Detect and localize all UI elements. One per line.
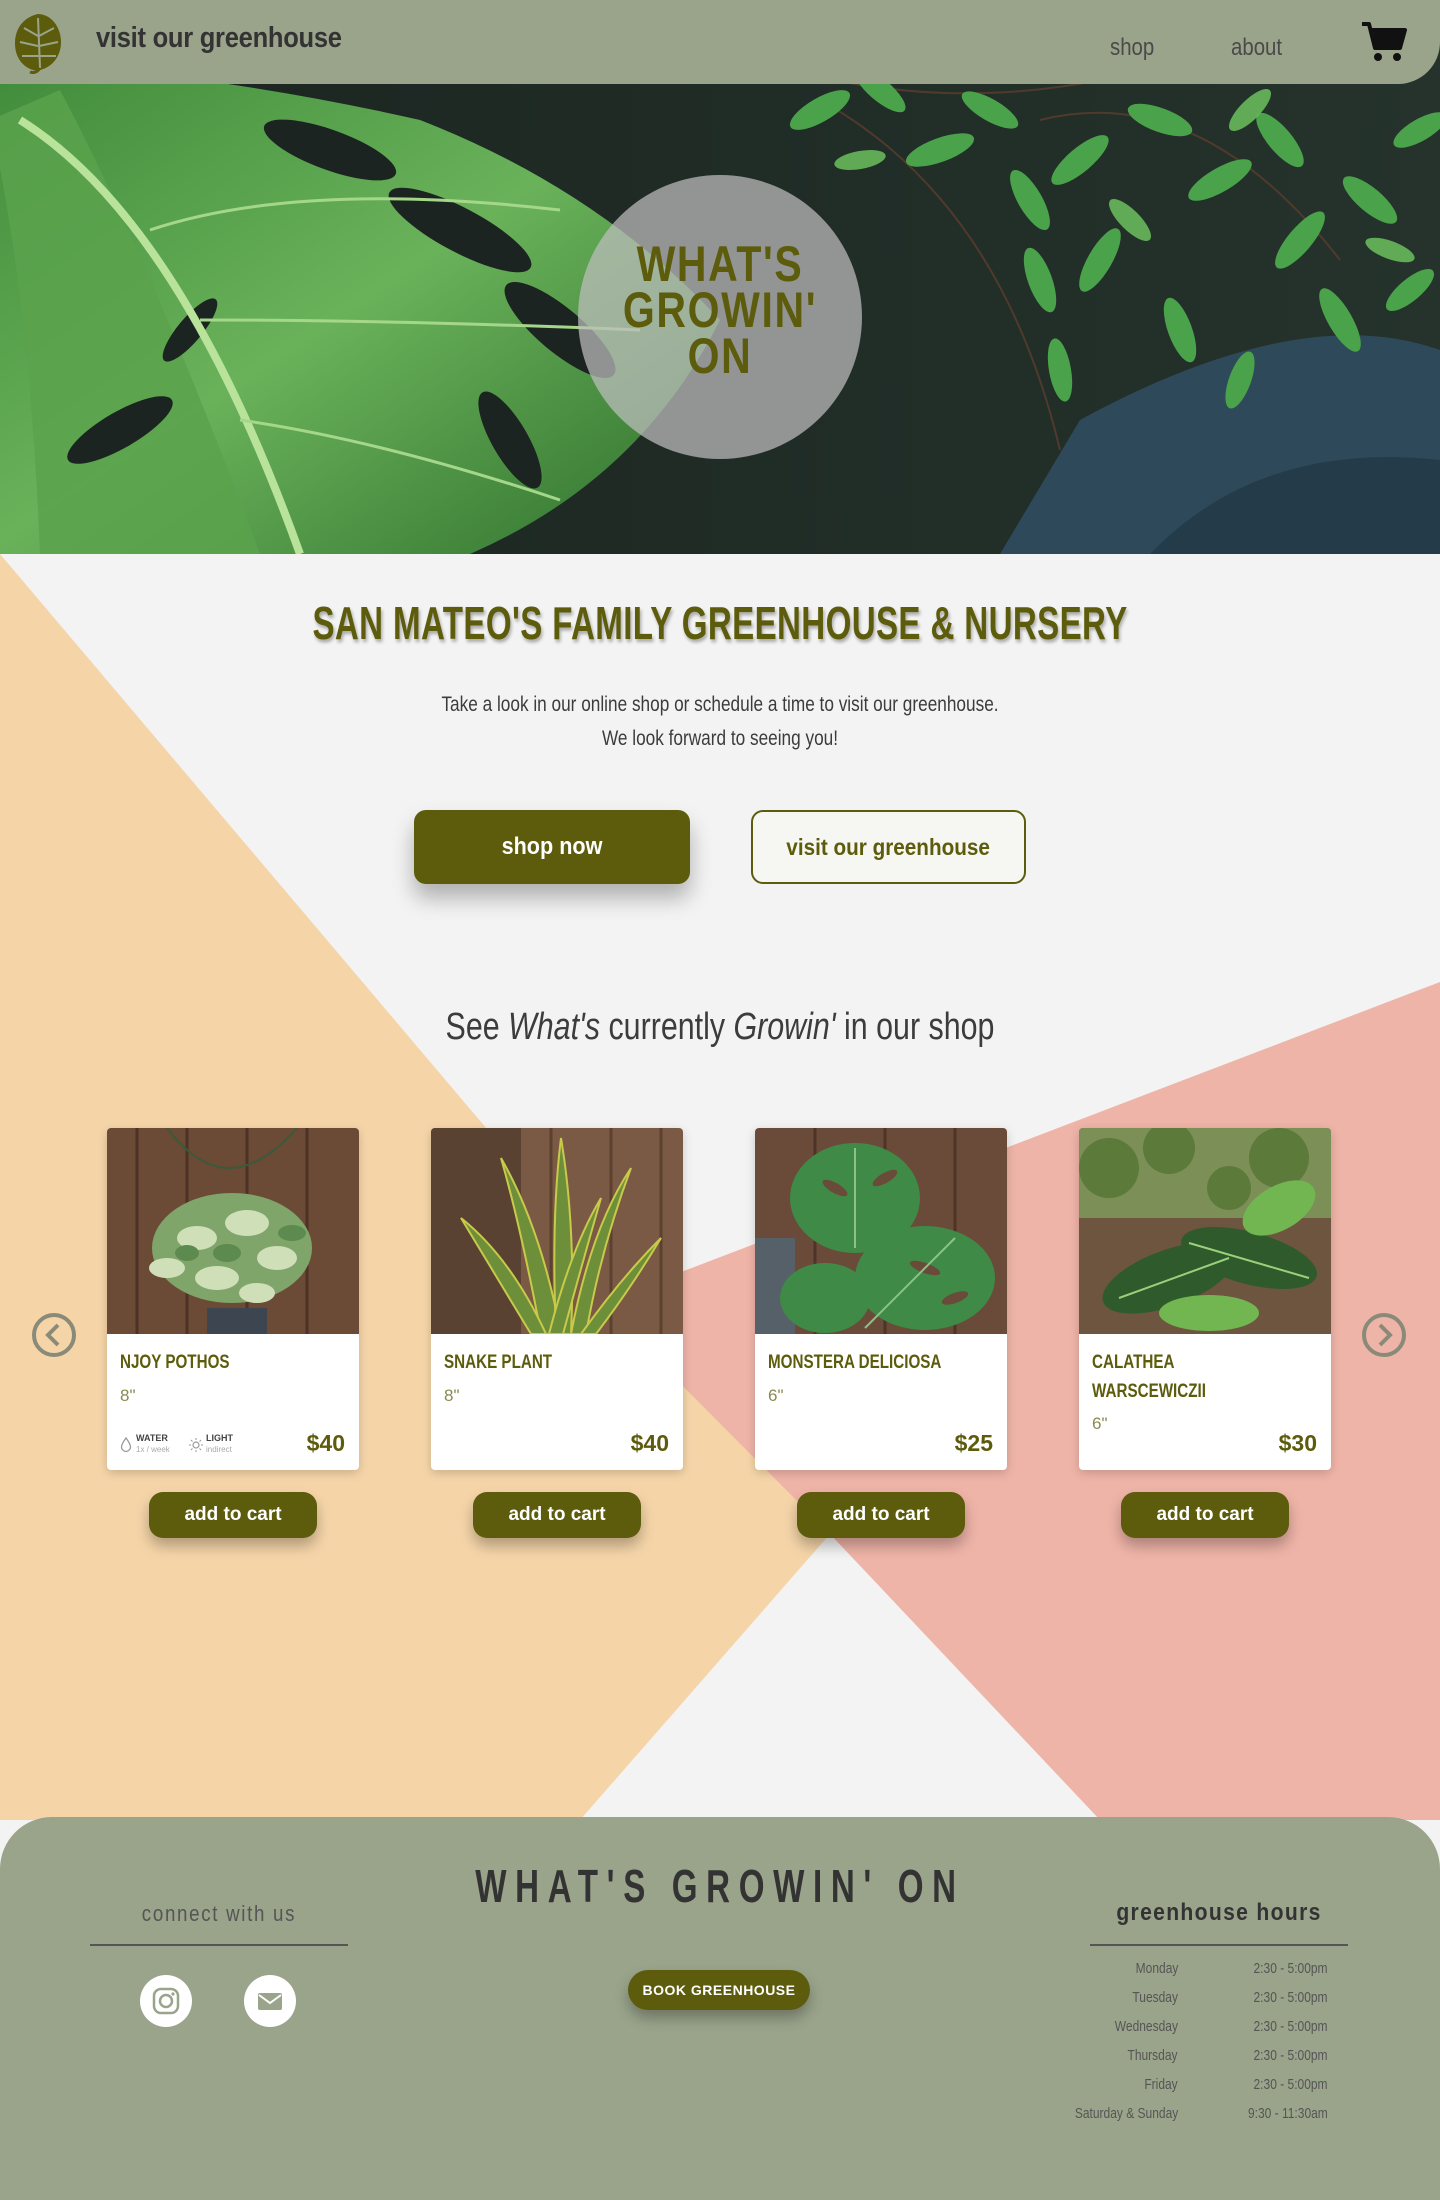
footer: connect with us WHAT'S GROWIN' ON BOOK G… — [0, 1817, 1440, 2200]
product-price: $40 — [306, 1430, 345, 1456]
product-price: $30 — [1278, 1430, 1317, 1456]
care-water-label: WATER — [136, 1433, 168, 1443]
add-to-cart-button[interactable]: add to cart — [473, 1492, 641, 1538]
shop-heading-part: in our shop — [835, 1006, 995, 1048]
product-size: 6" — [1092, 1414, 1108, 1433]
cart-icon[interactable] — [1360, 20, 1408, 64]
add-to-cart-button[interactable]: add to cart — [1121, 1492, 1289, 1538]
book-greenhouse-button[interactable]: BOOK GREENHOUSE — [628, 1970, 810, 2010]
hero-logo-line: GROWIN' — [622, 282, 818, 338]
product-size: 8" — [120, 1386, 136, 1405]
product-card[interactable]: NJOY POTHOS 8" WATER 1x / week LIGHT ind… — [107, 1128, 359, 1470]
product-name: SNAKE PLANT — [444, 1352, 553, 1373]
product-card[interactable]: SNAKE PLANT 8" $40 — [431, 1128, 683, 1470]
product-size: 8" — [444, 1386, 460, 1405]
product-card[interactable]: MONSTERA DELICIOSA 6" $25 — [755, 1128, 1007, 1470]
product-image — [107, 1128, 359, 1334]
hours-day: Saturday & Sunday — [1074, 2105, 1178, 2122]
hours-row: Friday 2:30 - 5:00pm — [1040, 2076, 1340, 2105]
hours-row: Wednesday 2:30 - 5:00pm — [1040, 2018, 1340, 2047]
hours-time: 2:30 - 5:00pm — [1253, 1960, 1328, 1977]
product-name: NJOY POTHOS — [120, 1352, 230, 1373]
hours-time: 2:30 - 5:00pm — [1253, 2018, 1328, 2035]
hours-day: Friday — [1144, 2076, 1178, 2093]
add-to-cart-button[interactable]: add to cart — [149, 1492, 317, 1538]
shop-heading-part: Growin' — [733, 1006, 836, 1048]
hours-day: Thursday — [1127, 2047, 1178, 2064]
mail-icon — [258, 1993, 282, 2010]
hours-time: 2:30 - 5:00pm — [1253, 1989, 1328, 2006]
shop-heading-part: What's — [508, 1006, 601, 1048]
product-image — [431, 1128, 683, 1334]
product-size: 6" — [768, 1386, 784, 1405]
product-care-info: WATER 1x / week LIGHT indirect — [119, 1432, 259, 1458]
hours-day: Monday — [1135, 1960, 1178, 1977]
water-drop-icon — [120, 1437, 132, 1453]
chevron-left-icon[interactable] — [31, 1312, 77, 1358]
hero-logo-text: WHAT'S GROWIN' ON — [604, 236, 837, 384]
care-light-value: indirect — [206, 1445, 232, 1454]
product-card[interactable]: CALATHEA WARSCEWICZII 6" $30 — [1079, 1128, 1331, 1470]
hours-divider — [1090, 1944, 1348, 1946]
shop-heading-part: See — [445, 1006, 509, 1048]
product-name: CALATHEA WARSCEWICZII — [1092, 1352, 1206, 1402]
nav-link-about[interactable]: about — [1231, 34, 1282, 62]
hero-logo-line: ON — [687, 328, 753, 384]
shop-heading: See What's currently Growin' in our shop — [144, 1006, 1296, 1049]
hours-time: 9:30 - 11:30am — [1248, 2105, 1328, 2122]
hours-row: Monday 2:30 - 5:00pm — [1040, 1960, 1340, 1989]
product-price: $25 — [954, 1430, 993, 1456]
intro-line: Take a look in our online shop or schedu… — [441, 693, 999, 716]
visit-greenhouse-button[interactable]: visit our greenhouse — [751, 810, 1026, 884]
monstera-leaf-icon[interactable] — [10, 10, 66, 74]
hours-time: 2:30 - 5:00pm — [1253, 2076, 1328, 2093]
hours-time: 2:30 - 5:00pm — [1253, 2047, 1328, 2064]
nav-link-shop[interactable]: shop — [1110, 34, 1154, 62]
hours-day: Tuesday — [1132, 1989, 1178, 2006]
hours-heading: greenhouse hours — [1116, 1899, 1322, 1926]
add-to-cart-button[interactable]: add to cart — [797, 1492, 965, 1538]
visit-greenhouse-label: visit our greenhouse — [786, 834, 991, 860]
nav-title[interactable]: visit our greenhouse — [96, 22, 342, 55]
connect-divider — [90, 1944, 348, 1946]
hours-row: Thursday 2:30 - 5:00pm — [1040, 2047, 1340, 2076]
hero-logo-badge: WHAT'S GROWIN' ON — [578, 175, 862, 459]
email-button[interactable] — [244, 1975, 296, 2027]
care-light-label: LIGHT — [206, 1433, 233, 1443]
product-image — [1079, 1128, 1331, 1334]
product-name: MONSTERA DELICIOSA — [768, 1352, 942, 1373]
product-price: $40 — [630, 1430, 669, 1456]
shop-heading-part: currently — [600, 1006, 734, 1048]
instagram-button[interactable] — [140, 1975, 192, 2027]
shop-now-label: shop now — [501, 833, 603, 860]
sun-icon — [189, 1438, 203, 1452]
chevron-right-icon[interactable] — [1361, 1312, 1407, 1358]
top-nav: visit our greenhouse shop about — [0, 0, 1440, 84]
hours-row: Saturday & Sunday 9:30 - 11:30am — [1040, 2105, 1340, 2134]
intro-text: Take a look in our online shop or schedu… — [130, 688, 1311, 756]
intro-line: We look forward to seeing you! — [601, 727, 839, 750]
hours-day: Wednesday — [1114, 2018, 1178, 2035]
product-image — [755, 1128, 1007, 1334]
instagram-icon — [152, 1987, 180, 2015]
footer-brand: WHAT'S GROWIN' ON — [475, 1860, 965, 1912]
care-water-value: 1x / week — [136, 1445, 170, 1454]
hours-row: Tuesday 2:30 - 5:00pm — [1040, 1989, 1340, 2018]
page-headline: SAN MATEO'S FAMILY GREENHOUSE & NURSERY — [312, 597, 1128, 649]
hero-logo-line: WHAT'S — [636, 236, 804, 292]
shop-now-button[interactable]: shop now — [414, 810, 690, 884]
